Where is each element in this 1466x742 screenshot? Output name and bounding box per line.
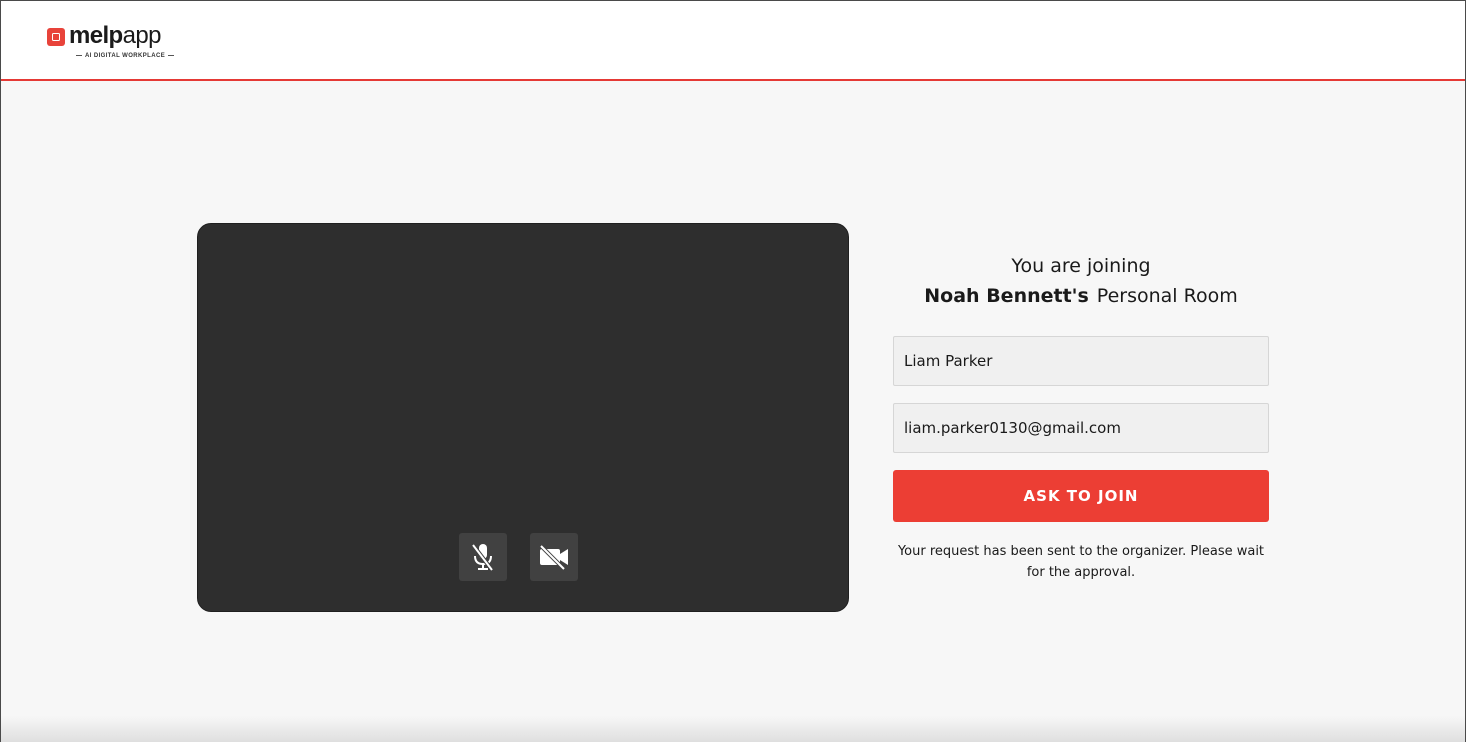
name-input[interactable] — [893, 336, 1269, 386]
bottom-shadow — [1, 716, 1465, 742]
ask-to-join-button[interactable]: ASK TO JOIN — [893, 470, 1269, 522]
room-label: Personal Room — [1096, 285, 1238, 307]
logo-tagline-row: AI DIGITAL WORKPLACE — [73, 53, 177, 59]
room-title: Noah Bennett's Personal Room — [893, 285, 1269, 307]
logo-wordmark: melpapp — [69, 22, 161, 50]
video-preview — [197, 223, 849, 612]
join-heading: You are joining — [1011, 255, 1151, 277]
mic-off-icon — [471, 543, 494, 572]
request-status-message: Your request has been sent to the organi… — [897, 544, 1265, 580]
logo-tagline: AI DIGITAL WORKPLACE — [85, 53, 166, 59]
app-window: melpapp AI DIGITAL WORKPLACE You are joi… — [0, 0, 1466, 742]
logo-text-light: app — [122, 22, 162, 49]
camera-toggle-button[interactable] — [530, 533, 578, 581]
email-input[interactable] — [893, 403, 1269, 453]
melpapp-logo-icon — [47, 28, 65, 46]
host-name: Noah Bennett's — [924, 285, 1089, 307]
video-off-icon — [539, 544, 568, 570]
header: melpapp AI DIGITAL WORKPLACE — [1, 1, 1465, 81]
logo-text-bold: melp — [69, 22, 123, 49]
logo[interactable]: melpapp AI DIGITAL WORKPLACE — [47, 22, 177, 63]
mic-toggle-button[interactable] — [459, 533, 507, 581]
